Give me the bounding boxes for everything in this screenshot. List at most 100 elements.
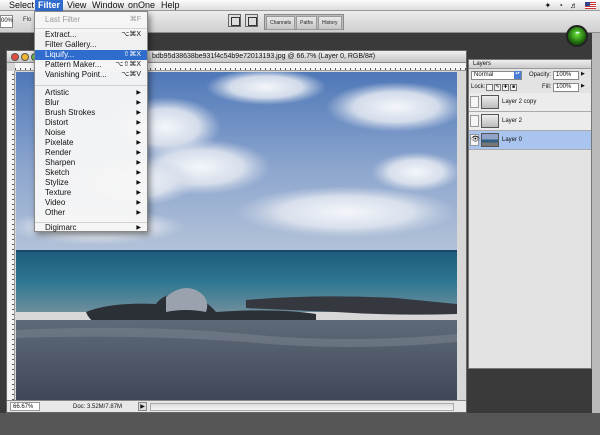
menu-bar: Select Filter View Window onOne Help ✦ ◔… (0, 0, 600, 11)
menu-item-label: Other (45, 208, 66, 217)
submenu-arrow-icon: ▶ (136, 190, 141, 196)
lock-label: Lock: (471, 84, 486, 90)
lock-transparency-icon[interactable] (486, 84, 493, 91)
menu-window[interactable]: Window (89, 0, 127, 11)
palette-well-button[interactable] (245, 14, 258, 27)
bluetooth-icon[interactable]: ✦ (544, 0, 551, 11)
menu-item-filter-gallery[interactable]: Filter Gallery... (35, 40, 147, 50)
layer-row-layer-0[interactable]: 👁 Layer 0 (469, 131, 591, 150)
submenu-arrow-icon: ▶ (136, 100, 141, 106)
close-button[interactable] (11, 53, 19, 61)
menu-item-sharpen[interactable]: Sharpen ▶ (35, 158, 147, 168)
menu-item-extract[interactable]: Extract... ⌥⌘X (35, 30, 147, 40)
menu-onone[interactable]: onOne (125, 0, 158, 11)
fill-label: Fill: (542, 84, 552, 90)
menu-item-label: Stylize (45, 178, 69, 187)
visibility-toggle[interactable] (470, 96, 479, 108)
filter-menu: Last Filter ⌘F Extract... ⌥⌘X Filter Gal… (34, 11, 148, 232)
zoom-level-field[interactable]: 66.67% (10, 402, 40, 411)
tab-layers[interactable]: Layers (473, 60, 491, 69)
brush-opacity-field[interactable]: 00% (0, 15, 13, 28)
layer-row-layer-2[interactable]: Layer 2 (469, 112, 591, 131)
menu-view[interactable]: View (64, 0, 89, 11)
menu-item-label: Distort (45, 118, 69, 127)
minimize-button[interactable] (21, 53, 29, 61)
tab-paths[interactable]: Paths (296, 16, 317, 30)
fill-field[interactable]: 100% (553, 83, 579, 92)
menu-item-vanishing-point[interactable]: Vanishing Point... ⌥⌘V (35, 70, 147, 80)
document-status-bar: 66.67% Doc: 3.52M/7.87M ▶ (7, 400, 466, 412)
menu-item-digimarc[interactable]: Digimarc ▶ (35, 223, 147, 233)
menu-item-label: Sketch (45, 168, 70, 177)
layer-name: Layer 2 copy (502, 99, 537, 105)
menu-extras: ✦ ◔ ♬ (544, 0, 596, 11)
menu-item-label: Vanishing Point... (45, 70, 107, 79)
menu-item-distort[interactable]: Distort ▶ (35, 118, 147, 128)
menu-item-label: Filter Gallery... (45, 40, 97, 49)
menu-item-stylize[interactable]: Stylize ▶ (35, 178, 147, 188)
blend-mode-select[interactable]: Normal (471, 71, 522, 80)
layer-thumbnail (481, 133, 499, 147)
dock-area (0, 413, 600, 435)
menu-separator (35, 85, 147, 86)
menu-item-texture[interactable]: Texture ▶ (35, 188, 147, 198)
submenu-arrow-icon: ▶ (136, 90, 141, 96)
opacity-label: Opacity: (529, 72, 552, 78)
menu-shortcut: ⌥⇧⌘X (115, 61, 141, 68)
flow-label: Flo (23, 17, 32, 23)
input-flag-icon[interactable] (585, 2, 596, 9)
menu-item-label: Extract... (45, 30, 77, 39)
onone-orb-icon[interactable] (566, 25, 588, 47)
menu-item-label: Sharpen (45, 158, 76, 167)
menu-item-video[interactable]: Video ▶ (35, 198, 147, 208)
menu-item-label: Liquify... (45, 50, 75, 59)
menu-item-other[interactable]: Other ▶ (35, 208, 147, 218)
menu-item-pixelate[interactable]: Pixelate ▶ (35, 138, 147, 148)
menu-item-label: Texture (45, 188, 72, 197)
menu-item-label: Noise (45, 128, 66, 137)
menu-item-last-filter: Last Filter ⌘F (35, 15, 147, 25)
opacity-field[interactable]: 100% (553, 71, 579, 80)
horizontal-scrollbar[interactable] (150, 403, 454, 411)
menu-item-brush-strokes[interactable]: Brush Strokes ▶ (35, 108, 147, 118)
menu-item-label: Digimarc (45, 223, 77, 232)
eye-icon[interactable]: 👁 (470, 134, 480, 146)
layers-header[interactable]: Layers (469, 60, 591, 69)
menu-item-liquify[interactable]: Liquify... ⇧⌘X (35, 50, 147, 60)
menu-separator (35, 28, 147, 29)
menu-item-render[interactable]: Render ▶ (35, 148, 147, 158)
tab-history[interactable]: History (317, 16, 342, 30)
vertical-ruler[interactable] (7, 71, 15, 400)
lock-pixels-icon[interactable]: ✎ (494, 84, 501, 91)
menu-help[interactable]: Help (158, 0, 183, 11)
menu-item-label: Brush Strokes (45, 108, 96, 117)
lock-all-icon[interactable]: ■ (510, 84, 517, 91)
submenu-arrow-icon: ▶ (136, 130, 141, 136)
visibility-toggle[interactable] (470, 115, 479, 127)
layer-thumbnail (481, 114, 499, 128)
tab-channels[interactable]: Channels (266, 16, 296, 30)
layer-row-layer-2-copy[interactable]: Layer 2 copy (469, 93, 591, 112)
document-size: Doc: 3.52M/7.87M (73, 404, 123, 410)
menu-item-label: Last Filter (45, 15, 81, 24)
menu-item-label: Pattern Maker... (45, 60, 102, 69)
menu-item-pattern-maker[interactable]: Pattern Maker... ⌥⇧⌘X (35, 60, 147, 70)
menu-item-sketch[interactable]: Sketch ▶ (35, 168, 147, 178)
lock-position-icon[interactable]: ✚ (502, 84, 509, 91)
submenu-arrow-icon: ▶ (136, 160, 141, 166)
clock-icon[interactable]: ◔ (558, 0, 563, 11)
layers-palette: Layers Normal Opacity: 100% ▶ Lock: ✎ ✚ … (468, 59, 592, 369)
toggle-brushes-button[interactable] (228, 14, 241, 27)
menu-shortcut: ⌘F (129, 16, 141, 23)
menu-filter[interactable]: Filter (35, 0, 64, 11)
submenu-arrow-icon: ▶ (136, 210, 141, 216)
volume-icon[interactable]: ♬ (570, 0, 578, 11)
status-menu-arrow-icon[interactable]: ▶ (138, 402, 147, 411)
menu-item-noise[interactable]: Noise ▶ (35, 128, 147, 138)
document-title: bdb95d38638be931f4c54b9e72013193.jpg @ 6… (152, 53, 376, 60)
menu-item-artistic[interactable]: Artistic ▶ (35, 88, 147, 98)
menu-select[interactable]: Select (6, 0, 37, 11)
menu-item-blur[interactable]: Blur ▶ (35, 98, 147, 108)
fill-arrow-icon[interactable]: ▶ (581, 83, 585, 89)
opacity-arrow-icon[interactable]: ▶ (581, 71, 585, 77)
